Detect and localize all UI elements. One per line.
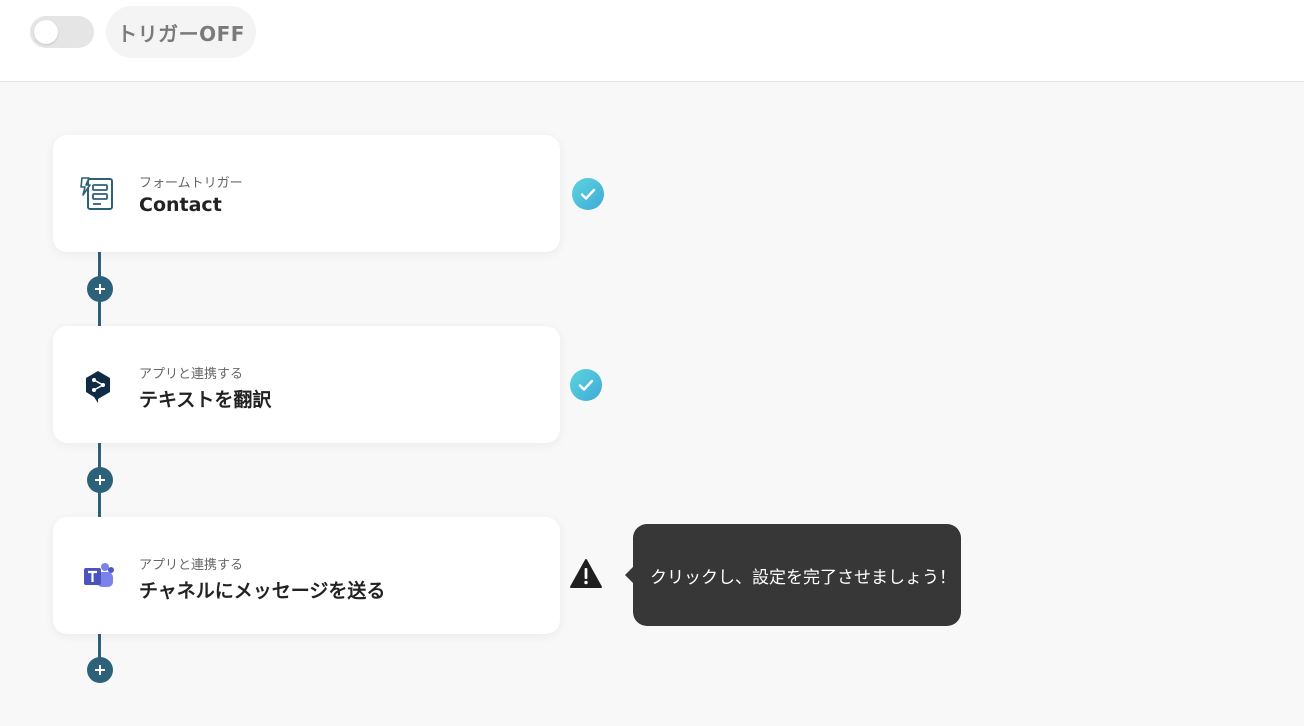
step-type-label: アプリと連携する (139, 558, 244, 573)
toggle-knob (34, 20, 58, 44)
step-type-label: アプリと連携する (139, 367, 244, 382)
flow-step-card[interactable]: フォームトリガー Contact (53, 135, 560, 252)
add-step-button[interactable] (87, 657, 113, 683)
top-bar: トリガーOFF (0, 0, 1304, 82)
trigger-status-label: トリガーOFF (106, 6, 256, 58)
add-step-button[interactable] (87, 276, 113, 302)
check-icon (570, 369, 602, 401)
deepl-icon (79, 366, 117, 404)
form-icon (79, 175, 117, 213)
tooltip-text: クリックし、設定を完了させましょう！ (650, 567, 956, 588)
step-title: Contact (139, 194, 222, 216)
add-step-button[interactable] (87, 467, 113, 493)
step-type-label: フォームトリガー (139, 176, 243, 191)
trigger-toggle[interactable] (30, 16, 94, 48)
flow-step-card[interactable]: アプリと連携する チャネルにメッセージを送る (53, 517, 560, 634)
check-icon (572, 178, 604, 210)
teams-icon (79, 557, 117, 595)
setup-hint-tooltip[interactable]: クリックし、設定を完了させましょう！ (625, 524, 961, 626)
step-title: テキストを翻訳 (139, 389, 272, 411)
step-title: チャネルにメッセージを送る (139, 580, 386, 602)
flow-step-card[interactable]: アプリと連携する テキストを翻訳 (53, 326, 560, 443)
warning-icon (569, 558, 603, 590)
